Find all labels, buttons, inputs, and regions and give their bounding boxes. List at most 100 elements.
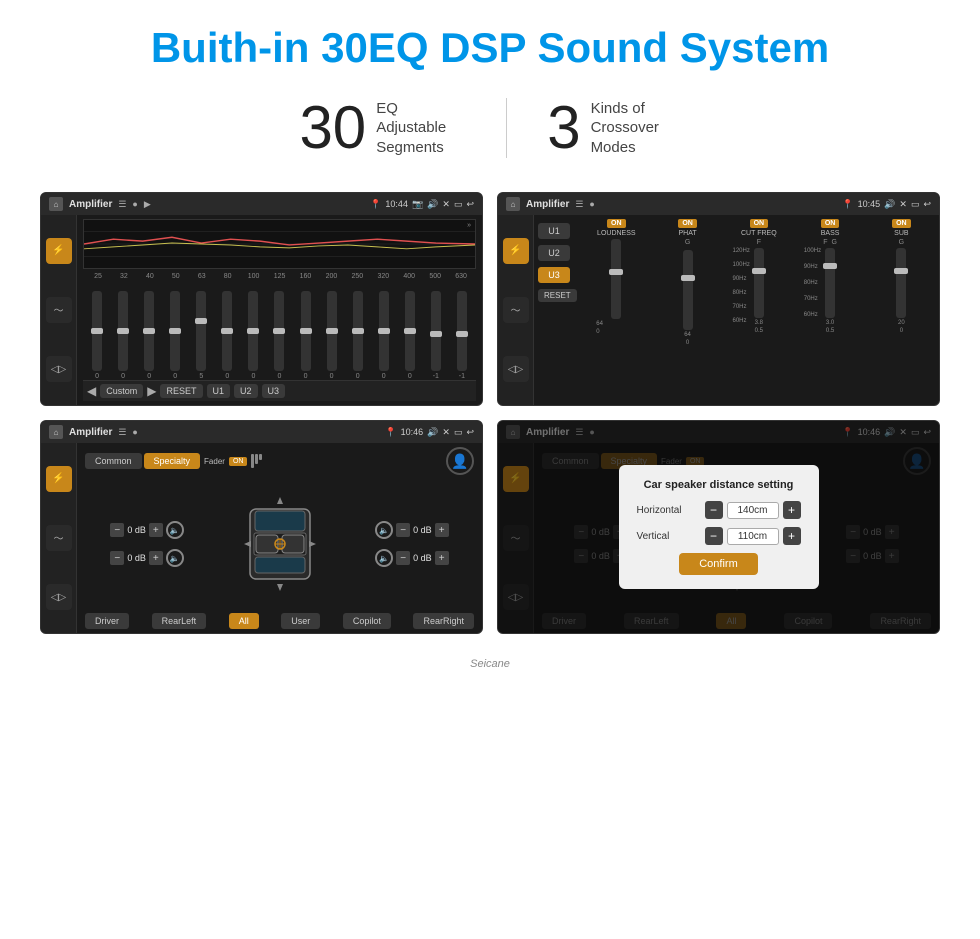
- bass-slider[interactable]: [825, 248, 835, 318]
- dot-icon-2: ●: [589, 199, 594, 209]
- vertical-minus-btn[interactable]: −: [705, 527, 723, 545]
- common-tab[interactable]: Common: [85, 453, 142, 469]
- eq-slider-2[interactable]: 0: [137, 291, 161, 380]
- eq-slider-14[interactable]: -1: [450, 291, 474, 380]
- eq-slider-0[interactable]: 0: [85, 291, 109, 380]
- watermark: Seicane: [0, 654, 980, 678]
- spec-sidebar-btn-2[interactable]: 〜: [46, 525, 72, 551]
- time-2: 10:45: [858, 199, 881, 209]
- cutfreq-slider[interactable]: [754, 248, 764, 318]
- back-icon-3[interactable]: ↩: [466, 427, 474, 438]
- amp-label-1: Amplifier: [69, 199, 112, 210]
- eq-topbar: ⌂ Amplifier ☰ ● ▶ 📍 10:44 📷 🔊 ✕ ▭ ↩: [41, 193, 482, 215]
- phat-slider[interactable]: [683, 250, 693, 330]
- volume-icon-1[interactable]: 🔊: [427, 199, 438, 210]
- specialty-sidebar: ⚡ 〜 ◁▷: [41, 443, 77, 633]
- home-icon-2[interactable]: ⌂: [506, 197, 520, 211]
- eq-prev-btn[interactable]: ◀: [87, 384, 96, 398]
- eq-u1-btn[interactable]: U1: [207, 384, 231, 398]
- rl-plus[interactable]: +: [149, 551, 163, 565]
- u2-btn[interactable]: U2: [538, 245, 570, 261]
- u1-btn[interactable]: U1: [538, 223, 570, 239]
- eq-slider-1[interactable]: 0: [111, 291, 135, 380]
- x-icon-3[interactable]: ✕: [442, 427, 450, 438]
- eq-custom-btn[interactable]: Custom: [100, 384, 143, 398]
- stats-row: 30 EQ Adjustable Segments 3 Kinds of Cro…: [0, 88, 980, 182]
- eq-slider-4[interactable]: 5: [189, 291, 213, 380]
- home-icon-3[interactable]: ⌂: [49, 425, 63, 439]
- distance-dialog: Car speaker distance setting Horizontal …: [619, 465, 819, 589]
- rr-minus[interactable]: −: [396, 551, 410, 565]
- copilot-btn[interactable]: Copilot: [343, 613, 391, 629]
- eq-next-btn[interactable]: ▶: [147, 384, 156, 398]
- eq-slider-8[interactable]: 0: [294, 291, 318, 380]
- phat-name: PHAT: [678, 230, 696, 237]
- eq-slider-10[interactable]: 0: [346, 291, 370, 380]
- crossover-reset-btn[interactable]: RESET: [538, 289, 577, 302]
- horizontal-value-group: − 140cm +: [705, 501, 801, 519]
- rl-minus[interactable]: −: [110, 551, 124, 565]
- spec-tab-group: Common Specialty: [85, 453, 200, 469]
- horizontal-plus-btn[interactable]: +: [783, 501, 801, 519]
- fl-plus[interactable]: +: [149, 523, 163, 537]
- crossover-sidebar-btn-2[interactable]: 〜: [503, 297, 529, 323]
- volume-icon-3[interactable]: 🔊: [427, 427, 438, 438]
- bass-name: BASS: [821, 230, 840, 237]
- dialog-screen: ⌂ Amplifier ☰ ● 📍 10:46 🔊 ✕ ▭ ↩ ⚡ 〜 ◁▷: [497, 420, 940, 634]
- back-icon-1[interactable]: ↩: [466, 199, 474, 210]
- vertical-plus-btn[interactable]: +: [783, 527, 801, 545]
- horizontal-row: Horizontal − 140cm +: [637, 501, 801, 519]
- volume-icon-2[interactable]: 🔊: [884, 199, 895, 210]
- rearright-btn[interactable]: RearRight: [413, 613, 474, 629]
- eq-u3-btn[interactable]: U3: [262, 384, 286, 398]
- eq-slider-6[interactable]: 0: [241, 291, 265, 380]
- rearleft-btn[interactable]: RearLeft: [152, 613, 207, 629]
- spec-sidebar-btn-3[interactable]: ◁▷: [46, 584, 72, 610]
- all-btn[interactable]: All: [229, 613, 259, 629]
- eq-slider-9[interactable]: 0: [320, 291, 344, 380]
- fr-plus[interactable]: +: [435, 523, 449, 537]
- eq-slider-3[interactable]: 0: [163, 291, 187, 380]
- eq-slider-11[interactable]: 0: [372, 291, 396, 380]
- fr-minus[interactable]: −: [396, 523, 410, 537]
- channel-cutfreq: ON CUT FREQ F 120Hz100Hz90Hz80Hz70Hz60Hz…: [725, 219, 792, 401]
- rr-plus[interactable]: +: [435, 551, 449, 565]
- eq-stat: 30 EQ Adjustable Segments: [259, 98, 506, 158]
- loudness-slider[interactable]: [611, 239, 621, 319]
- specialty-main: Common Specialty Fader ON 👤: [77, 443, 482, 633]
- user-btn[interactable]: User: [281, 613, 320, 629]
- eq-slider-7[interactable]: 0: [267, 291, 291, 380]
- eq-sidebar-btn-2[interactable]: 〜: [46, 297, 72, 323]
- horizontal-minus-btn[interactable]: −: [705, 501, 723, 519]
- eq-u2-btn[interactable]: U2: [234, 384, 258, 398]
- rl-speaker-icon: 🔈: [166, 549, 184, 567]
- sub-slider[interactable]: [896, 248, 906, 318]
- fl-minus[interactable]: −: [110, 523, 124, 537]
- bass-on: ON: [821, 219, 840, 228]
- x-icon-2[interactable]: ✕: [899, 199, 907, 210]
- eq-slider-5[interactable]: 0: [215, 291, 239, 380]
- confirm-button[interactable]: Confirm: [679, 553, 758, 575]
- crossover-sidebar-btn-1[interactable]: ⚡: [503, 238, 529, 264]
- vertical-value: 110cm: [727, 528, 779, 545]
- eq-reset-btn[interactable]: RESET: [160, 384, 202, 398]
- home-icon[interactable]: ⌂: [49, 197, 63, 211]
- specialty-topbar: ⌂ Amplifier ☰ ● 📍 10:46 🔊 ✕ ▭ ↩: [41, 421, 482, 443]
- x-icon-1[interactable]: ✕: [442, 199, 450, 210]
- eq-slider-13[interactable]: -1: [424, 291, 448, 380]
- speaker-layout: − 0 dB + 🔈 − 0 dB + 🔈: [85, 479, 474, 609]
- dialog-overlay: Car speaker distance setting Horizontal …: [498, 421, 939, 633]
- back-icon-2[interactable]: ↩: [923, 199, 931, 210]
- u3-btn[interactable]: U3: [538, 267, 570, 283]
- spec-sidebar-btn-1[interactable]: ⚡: [46, 466, 72, 492]
- eq-slider-12[interactable]: 0: [398, 291, 422, 380]
- crossover-sidebar-btn-3[interactable]: ◁▷: [503, 356, 529, 382]
- crossover-stat: 3 Kinds of Crossover Modes: [507, 98, 720, 158]
- driver-btn[interactable]: Driver: [85, 613, 129, 629]
- play-icon-1[interactable]: ▶: [144, 199, 151, 210]
- eq-sidebar-btn-3[interactable]: ◁▷: [46, 356, 72, 382]
- eq-sliders: 0 0 0 0 5 0 0 0 0 0 0 0 0 -1 -1: [83, 282, 476, 380]
- freq-label-2: 40: [137, 273, 163, 280]
- specialty-tab[interactable]: Specialty: [144, 453, 201, 469]
- eq-sidebar-btn-1[interactable]: ⚡: [46, 238, 72, 264]
